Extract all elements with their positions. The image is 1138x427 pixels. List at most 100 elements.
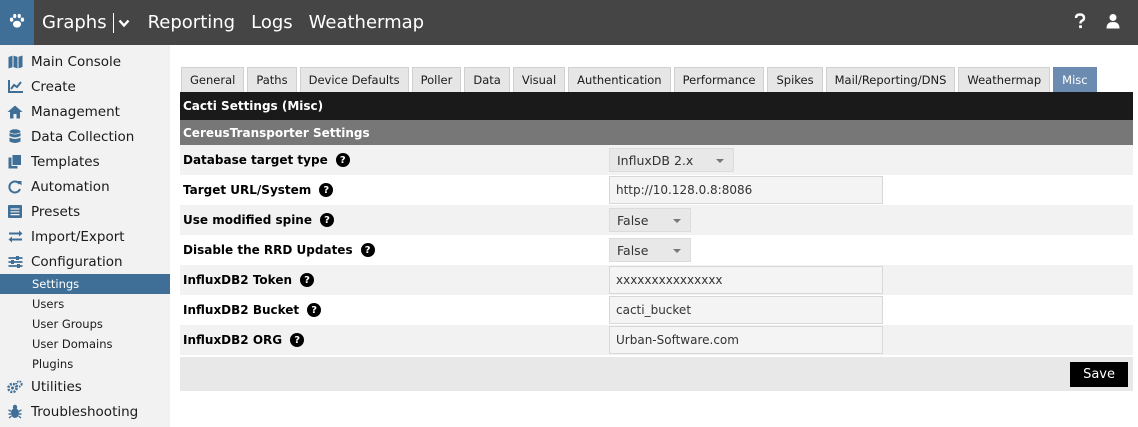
help-icon[interactable]: ? — [290, 333, 305, 347]
list-icon — [7, 204, 23, 220]
tab-performance[interactable]: Performance — [673, 67, 765, 92]
setting-label: Database target type ? — [183, 145, 350, 175]
sidebar-subitem-settings[interactable]: Settings — [0, 274, 170, 294]
tab-misc[interactable]: Misc — [1053, 67, 1097, 92]
sidebar: Main Console Create Management Data Coll… — [0, 45, 170, 427]
influxdb2-token-input[interactable] — [609, 266, 883, 294]
tab-paths[interactable]: Paths — [247, 67, 297, 92]
setting-row-influxdb2-bucket: InfluxDB2 Bucket ? — [180, 295, 1133, 325]
help-icon[interactable]: ? — [319, 213, 334, 227]
setting-row-database-target-type: Database target type ? InfluxDB 2.x — [180, 145, 1133, 175]
sidebar-item-data-collection[interactable]: Data Collection — [0, 124, 170, 149]
influxdb2-bucket-input[interactable] — [609, 296, 883, 324]
sidebar-item-presets[interactable]: Presets — [0, 199, 170, 224]
setting-label: InfluxDB2 Bucket ? — [183, 295, 322, 325]
sidebar-item-create[interactable]: Create — [0, 74, 170, 99]
sidebar-item-label: Presets — [31, 203, 81, 220]
tab-general[interactable]: General — [181, 67, 245, 92]
use-modified-spine-select[interactable]: False — [609, 208, 691, 232]
exchange-icon — [7, 229, 23, 245]
tab-poller[interactable]: Poller — [411, 67, 462, 92]
bug-icon — [7, 404, 23, 420]
paw-icon — [8, 12, 26, 34]
tab-authentication[interactable]: Authentication — [568, 67, 671, 92]
setting-label-text: Database target type — [183, 153, 328, 167]
sidebar-item-configuration[interactable]: Configuration — [0, 249, 170, 274]
influxdb2-org-input[interactable] — [609, 326, 883, 354]
logo[interactable] — [0, 0, 34, 45]
nav-reporting[interactable]: Reporting — [148, 12, 236, 33]
tab-spikes[interactable]: Spikes — [767, 67, 823, 92]
panel-footer: Save — [180, 357, 1133, 391]
help-icon[interactable]: ? — [335, 153, 350, 167]
sidebar-item-label: Troubleshooting — [31, 403, 139, 420]
tab-weathermap[interactable]: Weathermap — [958, 67, 1051, 92]
sidebar-item-troubleshooting[interactable]: Troubleshooting — [0, 399, 170, 424]
chevron-down-icon — [716, 159, 724, 163]
setting-row-influxdb2-org: InfluxDB2 ORG ? — [180, 325, 1133, 355]
chevron-down-icon[interactable] — [118, 18, 130, 28]
nav-divider — [112, 12, 114, 33]
sidebar-item-management[interactable]: Management — [0, 99, 170, 124]
nav-graphs[interactable]: Graphs — [42, 12, 107, 33]
sidebar-subitem-users[interactable]: Users — [0, 294, 170, 314]
sidebar-item-label: Main Console — [31, 53, 122, 70]
setting-row-target-url: Target URL/System ? — [180, 175, 1133, 205]
help-icon[interactable]: ? — [360, 243, 375, 257]
sidebar-item-label: Create — [31, 78, 76, 95]
sidebar-item-templates[interactable]: Templates — [0, 149, 170, 174]
sidebar-item-automation[interactable]: Automation — [0, 174, 170, 199]
map-icon — [7, 54, 23, 70]
tab-device-defaults[interactable]: Device Defaults — [299, 67, 409, 92]
chart-icon — [7, 79, 23, 95]
database-icon — [7, 129, 23, 145]
sliders-icon — [7, 254, 23, 270]
setting-label: Disable the RRD Updates ? — [183, 235, 375, 265]
top-nav: Graphs Reporting Logs Weathermap — [42, 0, 440, 45]
setting-label: Use modified spine ? — [183, 205, 334, 235]
setting-label: Target URL/System ? — [183, 175, 334, 205]
sidebar-item-main-console[interactable]: Main Console — [0, 49, 170, 74]
sidebar-item-label: Data Collection — [31, 128, 135, 145]
help-icon[interactable] — [1074, 12, 1086, 33]
setting-label-text: InfluxDB2 Token — [183, 273, 292, 287]
tab-visual[interactable]: Visual — [512, 67, 566, 92]
nav-weathermap[interactable]: Weathermap — [309, 12, 424, 33]
help-icon[interactable]: ? — [307, 303, 322, 317]
chevron-down-icon — [673, 249, 681, 253]
database-target-type-select[interactable]: InfluxDB 2.x — [609, 148, 734, 172]
target-url-input[interactable] — [609, 176, 883, 204]
top-right-actions — [1074, 0, 1120, 45]
help-icon[interactable]: ? — [319, 183, 334, 197]
sidebar-subitem-plugins[interactable]: Plugins — [0, 354, 170, 374]
chevron-down-icon — [673, 219, 681, 223]
help-icon[interactable]: ? — [300, 273, 314, 287]
top-bar: Graphs Reporting Logs Weathermap — [0, 0, 1138, 45]
home-icon — [7, 104, 23, 120]
user-icon[interactable] — [1106, 13, 1120, 33]
nav-logs[interactable]: Logs — [251, 12, 293, 33]
sidebar-subitem-user-groups[interactable]: User Groups — [0, 314, 170, 334]
tab-mail-reporting-dns[interactable]: Mail/Reporting/DNS — [825, 67, 956, 92]
tab-data[interactable]: Data — [464, 67, 510, 92]
setting-label-text: Disable the RRD Updates — [183, 243, 353, 257]
sidebar-item-label: Templates — [31, 153, 100, 170]
save-button[interactable]: Save — [1070, 362, 1128, 387]
setting-label-text: InfluxDB2 ORG — [183, 333, 283, 347]
sidebar-item-label: Automation — [31, 178, 110, 195]
disable-rrd-updates-select[interactable]: False — [609, 238, 691, 262]
setting-label-text: InfluxDB2 Bucket — [183, 303, 300, 317]
setting-label-text: Use modified spine — [183, 213, 312, 227]
sidebar-item-label: Utilities — [31, 378, 82, 395]
select-value: InfluxDB 2.x — [617, 152, 694, 168]
setting-label-text: Target URL/System — [183, 183, 312, 197]
sidebar-item-import-export[interactable]: Import/Export — [0, 224, 170, 249]
cogs-icon — [7, 379, 23, 395]
sidebar-item-utilities[interactable]: Utilities — [0, 374, 170, 399]
refresh-icon — [7, 179, 23, 195]
panel-title: Cacti Settings (Misc) — [180, 92, 1133, 120]
sidebar-subitem-user-domains[interactable]: User Domains — [0, 334, 170, 354]
copy-icon — [7, 154, 23, 170]
sidebar-item-label: Management — [31, 103, 120, 120]
setting-label: InfluxDB2 Token ? — [183, 265, 314, 295]
